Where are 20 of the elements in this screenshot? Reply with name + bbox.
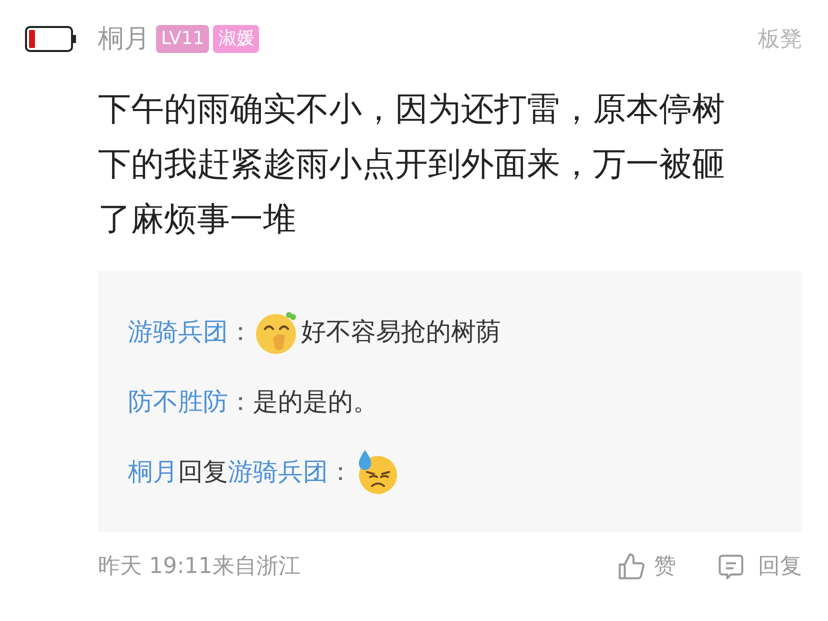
reply-author[interactable]: 桐月 (128, 453, 178, 491)
like-button[interactable]: 赞 (616, 550, 676, 583)
reply-text: 好不容易抢的树荫 (301, 316, 501, 348)
thumbs-up-icon (616, 552, 646, 582)
floor-label: 板凳 (758, 26, 802, 54)
author-name[interactable]: 桐月 (98, 20, 150, 58)
reply-author[interactable]: 游骑兵团 (128, 313, 228, 351)
colon: ： (328, 456, 353, 488)
reply-button[interactable]: 回复 (716, 550, 802, 583)
comment-text: 下午的雨确实不小，因为还打雷，原本停树下的我赶紧趁雨小点开到外面来，万一被砸了麻烦事一堆 (98, 88, 726, 240)
colon: ： (228, 316, 253, 348)
reply-text: 是的是的。 (253, 386, 378, 418)
user-badge: LV11 (156, 25, 210, 53)
colon: ： (228, 386, 253, 418)
reply-author[interactable]: 防不胜防 (128, 383, 228, 421)
reply-target[interactable]: 游骑兵团 (228, 453, 328, 491)
user-badge: 淑媛 (213, 25, 260, 53)
timestamp: 昨天 19:11来自浙江 (98, 553, 300, 581)
battery-icon (25, 26, 77, 52)
reply-word: 回复 (178, 456, 228, 488)
